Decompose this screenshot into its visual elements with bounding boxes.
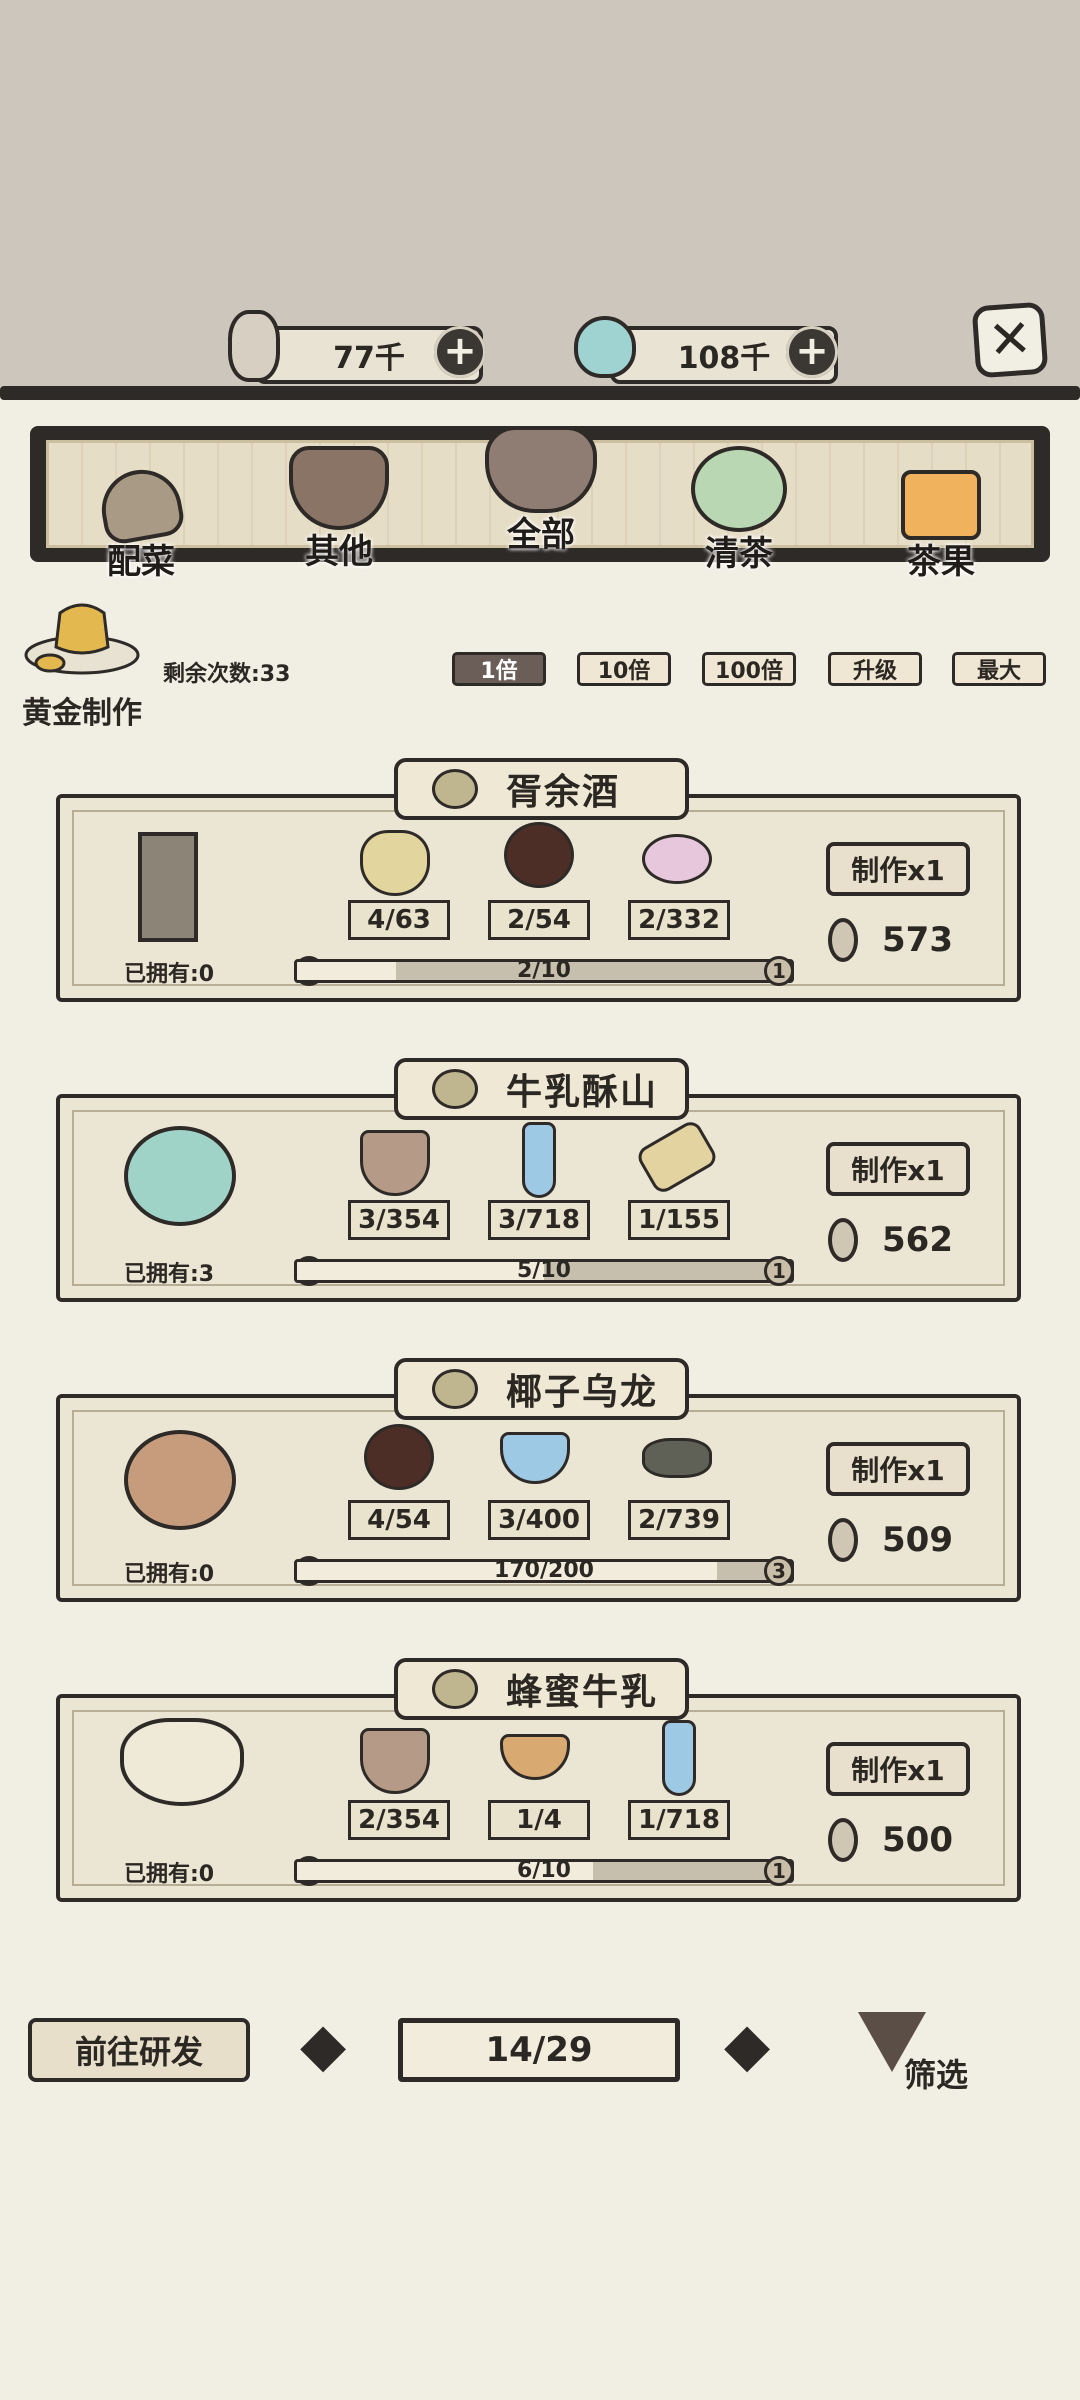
icicle-icon	[522, 1122, 556, 1198]
make-button[interactable]: 制作x1	[826, 842, 970, 896]
tab-clear-tea-label: 清茶	[705, 534, 773, 574]
close-button[interactable]: ✕	[971, 301, 1049, 379]
owned-count: 已拥有:0	[124, 962, 215, 987]
progress-label: 6/10	[517, 1858, 571, 1883]
mortar-icon	[289, 446, 389, 530]
ingredient-count: 4/63	[348, 900, 450, 940]
top-background	[0, 0, 1080, 393]
header-divider	[0, 386, 1080, 400]
close-icon: ✕	[986, 308, 1034, 372]
remaining-count: 剩余次数:33	[163, 662, 291, 687]
page-indicator: 14/29	[398, 2018, 680, 2082]
progress-label: 2/10	[517, 958, 571, 983]
owned-count: 已拥有:3	[124, 1262, 215, 1287]
ingredient-count: 1/4	[488, 1800, 590, 1840]
tab-other[interactable]: 其他	[264, 446, 414, 576]
price: 509	[882, 1520, 953, 1560]
coin-icon	[828, 1818, 858, 1862]
coin-icon	[828, 1518, 858, 1562]
tab-all-label: 全部	[507, 515, 575, 555]
ingredient-count: 3/354	[348, 1200, 450, 1240]
pastry-icon	[901, 470, 981, 540]
recipe-title-banner: 蜂蜜牛乳	[394, 1658, 689, 1720]
filter-button[interactable]: 筛选	[904, 2050, 968, 2096]
recipe-title-banner: 胥余酒	[394, 758, 689, 820]
make-button[interactable]: 制作x1	[826, 1442, 970, 1496]
multiplier-100x-button[interactable]: 100倍	[702, 652, 796, 686]
price: 562	[882, 1220, 953, 1260]
coin-icon	[228, 310, 280, 382]
recipe-name: 胥余酒	[506, 772, 621, 813]
ingredient-count: 3/400	[488, 1500, 590, 1540]
tab-other-label: 其他	[305, 532, 373, 572]
recipe-title-banner: 椰子乌龙	[394, 1358, 689, 1420]
tab-clear-tea[interactable]: 清茶	[664, 446, 814, 576]
ingredient-count: 3/718	[488, 1200, 590, 1240]
price: 500	[882, 1820, 953, 1860]
golden-craft-icon[interactable]	[22, 593, 142, 683]
ingredient-count: 2/739	[628, 1500, 730, 1540]
owned-count: 已拥有:0	[124, 1862, 215, 1887]
coconut-icon	[364, 1424, 434, 1490]
next-page-button[interactable]: ◆	[724, 2010, 770, 2080]
owned-count: 已拥有:0	[124, 1562, 215, 1587]
pot-icon	[432, 1669, 478, 1709]
prev-arrow-icon: ◆	[300, 2010, 347, 2080]
recipe-name: 牛乳酥山	[506, 1072, 659, 1113]
jade-icon	[574, 316, 636, 378]
recipe-name: 椰子乌龙	[506, 1372, 659, 1413]
prev-page-button[interactable]: ◆	[300, 2010, 346, 2080]
golden-craft-label: 黄金制作	[22, 696, 142, 731]
tea-leaf-icon	[642, 1438, 712, 1478]
dessert-dish-icon	[124, 1126, 236, 1226]
coin-amount: 77千	[333, 341, 405, 376]
add-coins-button[interactable]: +	[434, 326, 486, 378]
progress-label: 170/200	[494, 1558, 594, 1583]
page-number: 14/29	[485, 2030, 593, 2070]
tab-tea-snacks-label: 茶果	[907, 542, 975, 582]
flower-icon	[642, 834, 712, 884]
honey-milk-bowl-icon	[120, 1718, 244, 1806]
multiplier-10x-button[interactable]: 10倍	[577, 652, 671, 686]
ingredient-count: 2/354	[348, 1800, 450, 1840]
tab-side-dishes[interactable]: 配菜	[66, 463, 216, 600]
bulb-icon	[360, 830, 430, 896]
tea-cup-icon	[124, 1430, 236, 1530]
coin-icon	[828, 1218, 858, 1262]
multiplier-1x-button[interactable]: 1倍	[452, 652, 546, 686]
next-arrow-icon: ◆	[724, 2010, 771, 2080]
price: 573	[882, 920, 953, 960]
progress-label: 5/10	[517, 1258, 571, 1283]
recipe-name: 蜂蜜牛乳	[506, 1672, 659, 1713]
pot-icon	[432, 1069, 478, 1109]
wine-vessel-icon	[138, 832, 198, 942]
jade-amount: 108千	[677, 341, 771, 376]
make-button[interactable]: 制作x1	[826, 1142, 970, 1196]
coconut-icon	[504, 822, 574, 888]
tab-all[interactable]: 全部	[466, 426, 616, 556]
tea-bowl-icon	[691, 446, 787, 532]
ingredient-count: 4/54	[348, 1500, 450, 1540]
add-jade-button[interactable]: +	[786, 326, 838, 378]
ingredient-count: 1/718	[628, 1800, 730, 1840]
recipe-title-banner: 牛乳酥山	[394, 1058, 689, 1120]
ingredient-count: 1/155	[628, 1200, 730, 1240]
upgrade-button[interactable]: 升级	[828, 652, 922, 686]
pot-icon	[432, 1369, 478, 1409]
tab-tea-snacks[interactable]: 茶果	[866, 470, 1016, 600]
make-button[interactable]: 制作x1	[826, 1742, 970, 1796]
icicle-icon	[662, 1720, 696, 1796]
max-button[interactable]: 最大	[952, 652, 1046, 686]
pig-icon	[485, 426, 597, 513]
pot-icon	[432, 769, 478, 809]
coin-icon	[828, 918, 858, 962]
go-research-button[interactable]: 前往研发	[28, 2018, 250, 2082]
ingredient-count: 2/332	[628, 900, 730, 940]
ingredient-count: 2/54	[488, 900, 590, 940]
